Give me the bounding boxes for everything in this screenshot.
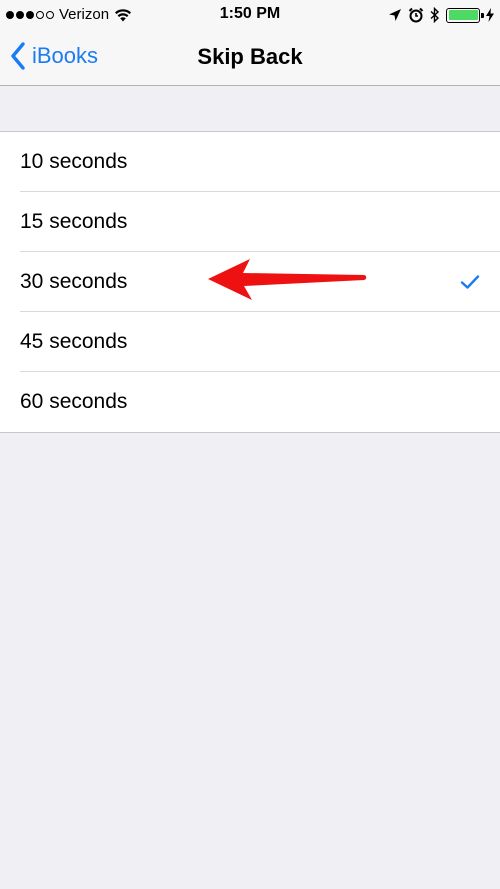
- bluetooth-icon: [430, 7, 440, 23]
- option-label: 45 seconds: [20, 330, 128, 353]
- annotation-arrow-icon: [208, 259, 367, 300]
- option-60-seconds[interactable]: 60 seconds: [0, 372, 500, 432]
- battery-icon: [446, 7, 484, 23]
- battery-tip: [481, 12, 484, 18]
- option-label: 30 seconds: [20, 270, 128, 293]
- battery-level: [448, 10, 478, 20]
- page-title: Skip Back: [197, 44, 303, 69]
- option-15-seconds[interactable]: 15 seconds: [0, 192, 500, 252]
- option-10-seconds[interactable]: 10 seconds: [0, 132, 500, 192]
- checkmark-icon: [460, 275, 480, 289]
- option-45-seconds[interactable]: 45 seconds: [0, 312, 500, 372]
- alarm-icon: [408, 7, 424, 23]
- option-label: 10 seconds: [20, 150, 128, 173]
- status-bar: Verizon 1:50 PM: [0, 0, 500, 30]
- location-arrow-icon: [389, 9, 401, 21]
- charging-bolt-icon: [486, 8, 494, 22]
- navigation-bar: iBooks Skip Back: [0, 30, 500, 86]
- status-right: [388, 5, 494, 25]
- option-label: 60 seconds: [20, 390, 128, 413]
- option-label: 15 seconds: [20, 210, 128, 233]
